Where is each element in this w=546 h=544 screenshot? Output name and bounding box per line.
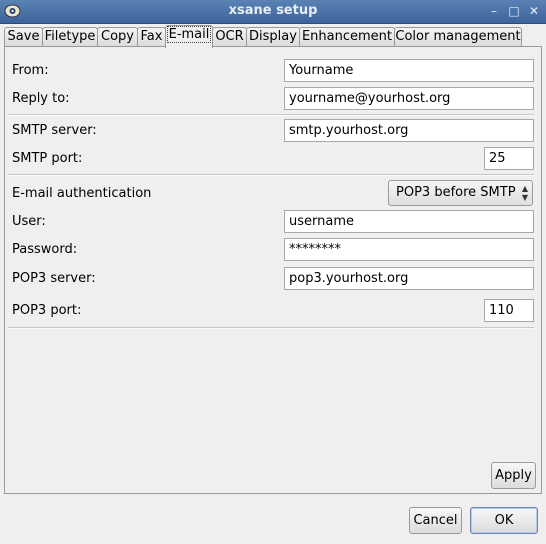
tab-display[interactable]: Display — [246, 27, 300, 46]
reply-to-label: Reply to: — [12, 91, 70, 106]
smtp-port-label: SMTP port: — [12, 151, 83, 166]
email-authentication-value: POP3 before SMTP — [396, 185, 516, 200]
reply-to-field[interactable] — [284, 87, 534, 110]
window-title: xsane setup — [228, 3, 318, 18]
tab-email-label: E-mail — [166, 26, 212, 43]
title-bar: xsane setup – □ ✕ — [0, 0, 546, 24]
updown-arrows-icon: ▲ ▼ — [521, 184, 528, 202]
from-label: From: — [12, 63, 49, 78]
tab-filetype[interactable]: Filetype — [42, 27, 98, 46]
maximize-icon[interactable]: □ — [506, 3, 522, 19]
apply-button[interactable]: Apply — [491, 462, 536, 489]
tab-save[interactable]: Save — [4, 27, 43, 46]
smtp-server-field[interactable] — [284, 119, 534, 142]
smtp-port-field[interactable] — [484, 147, 534, 170]
separator — [8, 327, 534, 329]
separator — [8, 174, 534, 176]
email-authentication-select[interactable]: POP3 before SMTP ▲ ▼ — [388, 180, 533, 206]
separator — [8, 114, 534, 116]
password-label: Password: — [12, 242, 78, 257]
tab-enhancement[interactable]: Enhancement — [299, 27, 395, 46]
tab-color-management[interactable]: Color management — [394, 27, 522, 46]
email-authentication-label: E-mail authentication — [12, 186, 152, 201]
user-label: User: — [12, 214, 46, 229]
from-field[interactable] — [284, 59, 534, 82]
pop3-server-label: POP3 server: — [12, 271, 96, 286]
pop3-port-label: POP3 port: — [12, 303, 82, 318]
smtp-server-label: SMTP server: — [12, 123, 97, 138]
tab-copy[interactable]: Copy — [97, 27, 138, 46]
user-field[interactable] — [284, 210, 534, 233]
password-field[interactable] — [284, 238, 534, 261]
pop3-port-field[interactable] — [484, 299, 534, 322]
tab-ocr[interactable]: OCR — [212, 27, 247, 46]
minimize-icon[interactable]: – — [486, 3, 502, 19]
pop3-server-field[interactable] — [284, 267, 534, 290]
ok-button[interactable]: OK — [470, 507, 538, 534]
cancel-button[interactable]: Cancel — [409, 507, 462, 534]
tab-email[interactable]: E-mail — [165, 25, 213, 48]
tab-fax[interactable]: Fax — [137, 27, 166, 46]
close-icon[interactable]: ✕ — [526, 3, 542, 19]
